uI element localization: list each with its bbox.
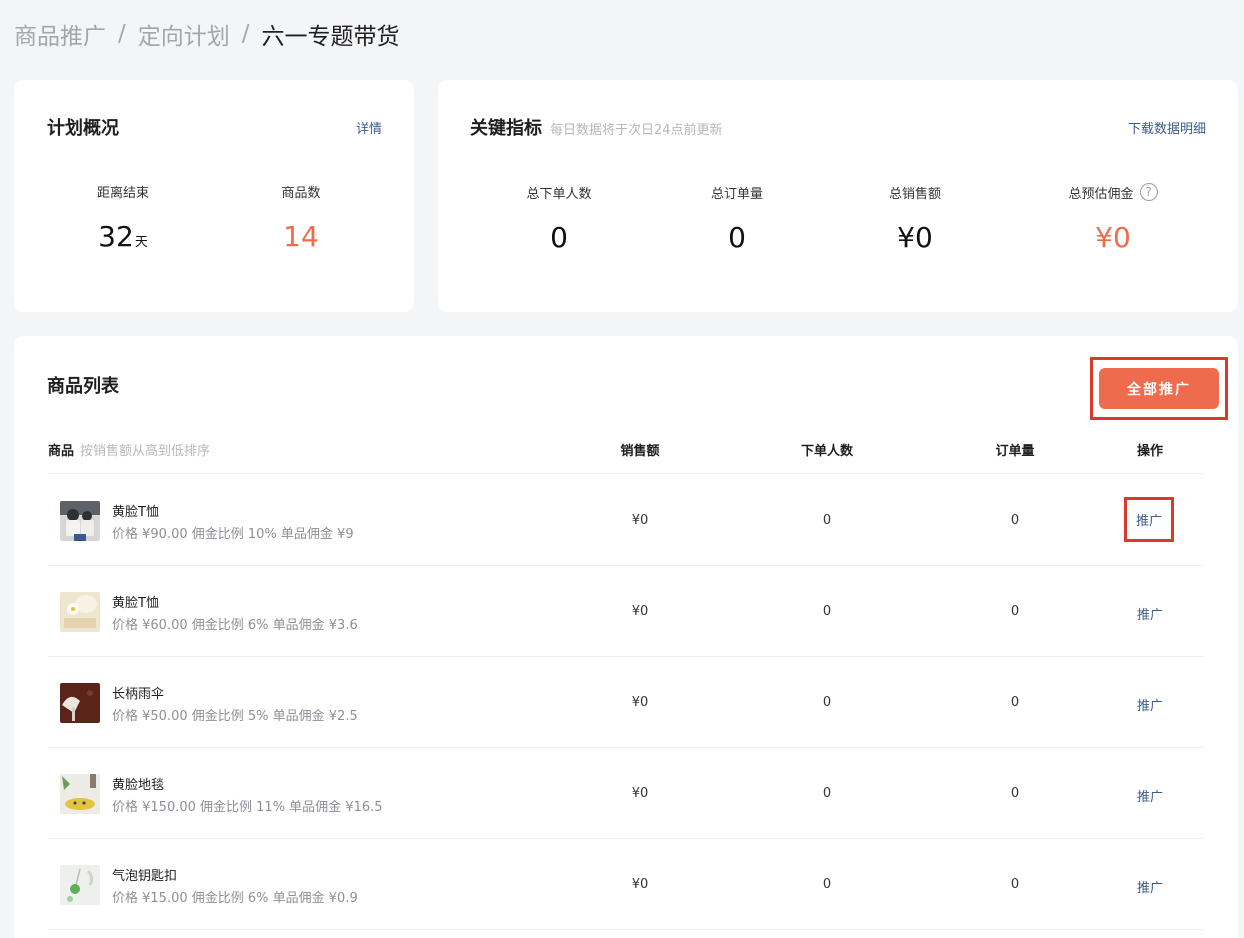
product-name[interactable]: 气泡钥匙扣: [112, 865, 177, 884]
promote-link[interactable]: 推广: [1137, 604, 1163, 623]
total-sales-label: 总销售额: [888, 186, 941, 202]
promote-all-button[interactable]: 全部推广: [1099, 368, 1219, 409]
help-icon[interactable]: ?: [1139, 183, 1158, 201]
table-row: 长柄雨伞 价格 ¥50.00 佣金比例 5% 单品佣金 ¥2.5 ¥0 0 0 …: [48, 657, 1204, 748]
table-row: 气泡钥匙扣 价格 ¥15.00 佣金比例 6% 单品佣金 ¥0.9 ¥0 0 0…: [48, 839, 1204, 930]
table-row: 黄脸地毯 价格 ¥150.00 佣金比例 11% 单品佣金 ¥16.5 ¥0 0…: [48, 748, 1204, 839]
plan-overview-card: 计划概况 详情 距离结束 32天 商品数 14: [14, 80, 414, 312]
sales-cell: ¥0: [631, 786, 649, 801]
days-remaining-value: 32天: [98, 220, 148, 253]
detail-link[interactable]: 详情: [356, 118, 382, 137]
orders-cell: 0: [1010, 695, 1020, 710]
orders-cell: 0: [1010, 877, 1020, 892]
days-remaining-stat: 距离结束 32天: [82, 180, 164, 260]
days-unit: 天: [134, 235, 148, 250]
breadcrumb-separator: /: [118, 21, 126, 47]
product-thumbnail: [60, 774, 100, 814]
keychain-photo-icon: [60, 865, 100, 905]
orders-cell: 0: [1010, 604, 1020, 619]
orders-cell: 0: [1010, 786, 1020, 801]
sort-hint: 按销售额从高到低排序: [80, 444, 211, 459]
product-list-card: 商品列表 全部推广 商品 按销售额从高到低排序 销售额 下单人数 订单量 操作 黄…: [14, 336, 1238, 938]
product-count-stat: 商品数 14: [260, 180, 342, 254]
key-metrics-card: 关键指标 每日数据将于次日24点前更新 下载数据明细 总下单人数 0 总订单量 0…: [438, 80, 1238, 312]
promote-link[interactable]: 推广: [1137, 786, 1163, 805]
key-metrics-subtitle: 每日数据将于次日24点前更新: [550, 123, 723, 138]
sales-cell: ¥0: [631, 604, 649, 619]
breadcrumb-item-promotion[interactable]: 商品推广: [14, 17, 106, 51]
buyers-cell: 0: [822, 513, 832, 528]
column-product: 商品 按销售额从高到低排序: [48, 444, 211, 459]
table-row: 黄脸T恤 价格 ¥60.00 佣金比例 6% 单品佣金 ¥3.6 ¥0 0 0 …: [48, 566, 1204, 657]
umbrella-photo-icon: [60, 683, 100, 723]
breadcrumb-separator: /: [241, 21, 250, 47]
total-sales-value: ¥0: [897, 221, 933, 254]
breadcrumb-item-targeted-plan[interactable]: 定向计划: [138, 17, 230, 51]
total-orders-value: 0: [728, 221, 746, 254]
sales-cell: ¥0: [631, 513, 649, 528]
total-buyers-value: 0: [550, 221, 568, 254]
product-name[interactable]: 黄脸地毯: [112, 774, 164, 793]
promote-link[interactable]: 推广: [1137, 877, 1163, 896]
promote-all-highlight: 全部推广: [1090, 357, 1228, 420]
days-remaining-label: 距离结束: [96, 185, 149, 201]
promote-link[interactable]: 推广: [1124, 497, 1174, 542]
product-meta: 价格 ¥50.00 佣金比例 5% 单品佣金 ¥2.5: [112, 709, 358, 724]
column-buyers: 下单人数: [800, 444, 854, 459]
product-name[interactable]: 黄脸T恤: [112, 501, 159, 520]
tshirt-photo-icon: [60, 501, 100, 541]
product-thumbnail: [60, 501, 100, 541]
download-details-link[interactable]: 下载数据明细: [1128, 118, 1206, 137]
key-metrics-title: 关键指标 每日数据将于次日24点前更新: [470, 118, 723, 139]
page-title: 六一专题带货: [261, 24, 400, 50]
product-name[interactable]: 长柄雨伞: [112, 683, 164, 702]
product-count-value: 14: [283, 220, 319, 253]
product-meta: 价格 ¥15.00 佣金比例 6% 单品佣金 ¥0.9: [112, 891, 358, 906]
total-orders-label: 总订单量: [710, 186, 763, 202]
total-sales-stat: 总销售额 ¥0: [855, 181, 975, 255]
column-orders: 订单量: [995, 444, 1035, 459]
breadcrumb: 商品推广 / 定向计划 / 六一专题带货: [14, 18, 400, 50]
product-name[interactable]: 黄脸T恤: [112, 592, 159, 611]
sales-cell: ¥0: [631, 877, 649, 892]
rug-photo-icon: [60, 774, 100, 814]
table-header: 商品 按销售额从高到低排序 销售额 下单人数 订单量 操作: [48, 428, 1204, 474]
product-list-title: 商品列表: [47, 376, 119, 397]
tshirt-photo-icon: [60, 592, 100, 632]
buyers-cell: 0: [822, 604, 832, 619]
product-meta: 价格 ¥60.00 佣金比例 6% 单品佣金 ¥3.6: [112, 618, 358, 633]
estimated-commission-value: ¥0: [1095, 221, 1131, 254]
table-row: 黄脸T恤 价格 ¥90.00 佣金比例 10% 单品佣金 ¥9 ¥0 0 0 推…: [48, 475, 1204, 566]
total-orders-stat: 总订单量 0: [677, 181, 797, 255]
product-thumbnail: [60, 683, 100, 723]
estimated-commission-stat: 总预估佣金? ¥0: [1043, 181, 1183, 255]
plan-overview-title: 计划概况: [47, 118, 119, 139]
buyers-cell: 0: [822, 695, 832, 710]
promote-link[interactable]: 推广: [1137, 695, 1163, 714]
column-action: 操作: [1136, 444, 1164, 459]
estimated-commission-label: 总预估佣金?: [1043, 181, 1183, 203]
product-count-label: 商品数: [281, 185, 321, 201]
product-thumbnail: [60, 865, 100, 905]
product-meta: 价格 ¥150.00 佣金比例 11% 单品佣金 ¥16.5: [112, 800, 383, 815]
sales-cell: ¥0: [631, 695, 649, 710]
buyers-cell: 0: [822, 877, 832, 892]
product-thumbnail: [60, 592, 100, 632]
product-meta: 价格 ¥90.00 佣金比例 10% 单品佣金 ¥9: [112, 527, 354, 542]
total-buyers-stat: 总下单人数 0: [499, 181, 619, 255]
column-sales: 销售额: [620, 444, 660, 459]
orders-cell: 0: [1010, 513, 1020, 528]
buyers-cell: 0: [822, 786, 832, 801]
total-buyers-label: 总下单人数: [526, 186, 592, 202]
